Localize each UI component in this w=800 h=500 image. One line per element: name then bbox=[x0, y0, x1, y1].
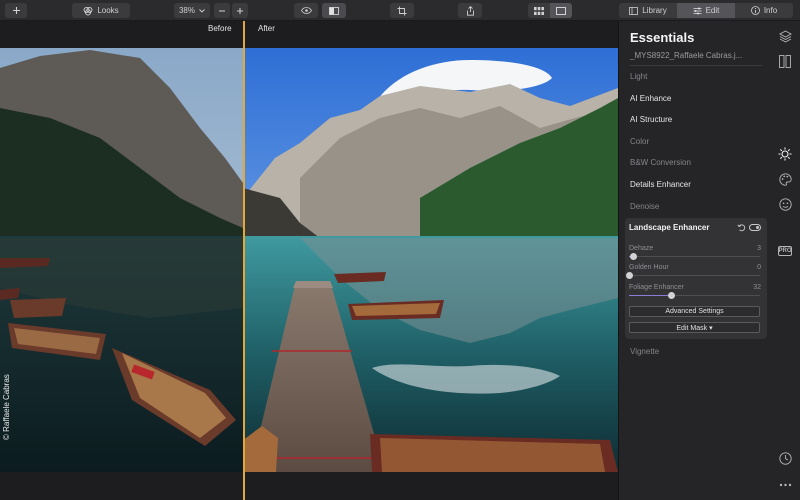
slider-label-golden-hour: Golden Hour bbox=[629, 264, 669, 271]
zoom-value: 38% bbox=[178, 6, 195, 15]
info-icon bbox=[750, 6, 760, 15]
tool-vignette[interactable]: Vignette bbox=[630, 347, 659, 356]
slider-fill bbox=[629, 295, 671, 296]
crop-button[interactable] bbox=[390, 3, 414, 18]
tool-category-rail: PRO bbox=[770, 21, 800, 500]
pro-icon[interactable]: PRO bbox=[778, 246, 792, 256]
undo-icon[interactable] bbox=[737, 223, 746, 232]
more-icon[interactable] bbox=[778, 478, 792, 492]
face-icon[interactable] bbox=[778, 197, 792, 211]
looks-button[interactable]: Looks bbox=[72, 3, 130, 18]
grid-icon bbox=[534, 6, 544, 15]
tool-light[interactable]: Light bbox=[630, 72, 647, 81]
crop-icon bbox=[397, 6, 407, 15]
advanced-settings-button[interactable]: Advanced Settings bbox=[629, 306, 760, 317]
view-mode-toggle bbox=[528, 3, 572, 18]
tool-ai-structure[interactable]: AI Structure bbox=[630, 115, 672, 124]
split-view-icon bbox=[329, 6, 339, 15]
plus-icon bbox=[12, 7, 20, 14]
tool-color[interactable]: Color bbox=[630, 137, 649, 146]
landscape-enhancer-card: Landscape Enhancer Dehaze 3 Golden Hour … bbox=[625, 218, 767, 339]
compare-icon[interactable] bbox=[778, 54, 792, 68]
tab-edit[interactable]: Edit bbox=[677, 3, 735, 18]
history-icon[interactable] bbox=[778, 451, 792, 465]
slider-value-dehaze: 3 bbox=[757, 245, 761, 252]
looks-label: Looks bbox=[97, 6, 119, 15]
tool-details-enhancer[interactable]: Details Enhancer bbox=[630, 180, 691, 189]
share-button[interactable] bbox=[458, 3, 482, 18]
slider-knob[interactable] bbox=[629, 253, 637, 260]
slider-golden-hour[interactable] bbox=[626, 272, 760, 279]
mode-tabs: Library Edit Info bbox=[619, 3, 793, 18]
sun-icon[interactable] bbox=[778, 147, 792, 161]
minus-icon bbox=[219, 10, 225, 11]
compare-button[interactable] bbox=[322, 3, 346, 18]
sliders-icon bbox=[693, 7, 702, 14]
looks-icon bbox=[83, 6, 93, 15]
single-view-button[interactable] bbox=[550, 3, 572, 18]
slider-knob[interactable] bbox=[667, 292, 675, 299]
tab-library-label: Library bbox=[642, 6, 667, 15]
zoom-out-button[interactable] bbox=[214, 3, 230, 18]
tool-bw-conversion[interactable]: B&W Conversion bbox=[630, 158, 691, 167]
after-label: After bbox=[258, 24, 275, 33]
tab-info-label: Info bbox=[763, 6, 778, 15]
slider-dehaze[interactable] bbox=[629, 253, 760, 260]
single-image-icon bbox=[556, 6, 566, 15]
slider-label-dehaze: Dehaze bbox=[629, 245, 654, 252]
tab-edit-label: Edit bbox=[705, 6, 720, 15]
zoom-dropdown[interactable]: 38% bbox=[174, 3, 210, 18]
library-icon bbox=[629, 6, 639, 15]
photo-credit: © Raffaele Cabras bbox=[2, 374, 11, 440]
plus-icon bbox=[237, 7, 243, 14]
tab-library[interactable]: Library bbox=[619, 3, 677, 18]
slider-foliage-enhancer[interactable] bbox=[629, 292, 760, 299]
enable-toggle[interactable] bbox=[749, 224, 761, 231]
chevron-down-icon bbox=[199, 8, 205, 13]
preview-button[interactable] bbox=[294, 3, 318, 18]
grid-view-button[interactable] bbox=[528, 3, 550, 18]
tab-info[interactable]: Info bbox=[735, 3, 793, 18]
panel-title: Essentials bbox=[630, 30, 695, 45]
edit-mask-button[interactable]: Edit Mask ▾ bbox=[629, 322, 760, 333]
landscape-enhancer-title: Landscape Enhancer bbox=[629, 223, 710, 232]
tool-ai-enhance[interactable]: AI Enhance bbox=[630, 94, 671, 103]
photo-preview bbox=[0, 48, 618, 472]
eye-icon bbox=[300, 7, 312, 14]
zoom-in-button[interactable] bbox=[232, 3, 248, 18]
tool-denoise[interactable]: Denoise bbox=[630, 202, 659, 211]
layers-icon[interactable] bbox=[778, 29, 792, 43]
slider-knob[interactable] bbox=[626, 272, 633, 279]
slider-value-golden-hour: 0 bbox=[757, 264, 761, 271]
before-label: Before bbox=[208, 24, 232, 33]
palette-icon[interactable] bbox=[778, 172, 792, 186]
add-button[interactable] bbox=[5, 3, 27, 18]
file-name: _MYS8922_Raffaele Cabras.j... bbox=[630, 51, 743, 60]
top-toolbar: Looks 38% Library Edit Info bbox=[0, 0, 800, 21]
slider-label-foliage-enhancer: Foliage Enhancer bbox=[629, 284, 684, 291]
share-icon bbox=[466, 5, 474, 16]
slider-value-foliage-enhancer: 32 bbox=[753, 284, 761, 291]
divider bbox=[630, 65, 762, 66]
before-after-divider[interactable] bbox=[243, 21, 245, 500]
